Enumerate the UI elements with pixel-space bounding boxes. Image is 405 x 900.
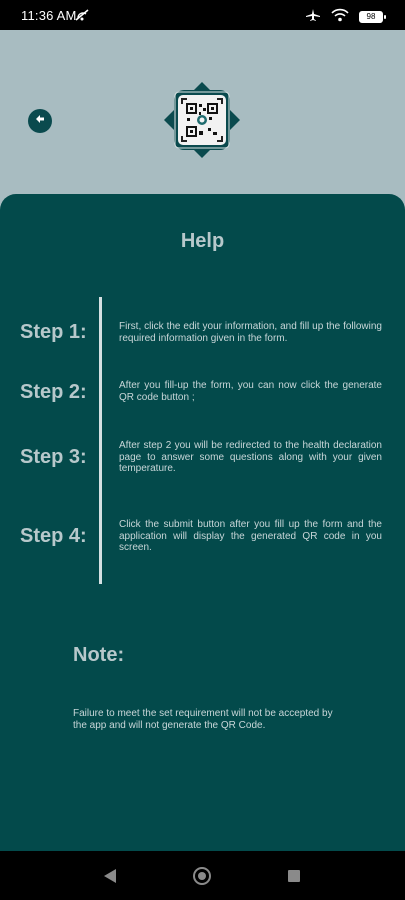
step-2-text: After you fill-up the form, you can now … [119,380,382,403]
status-time: 11:36 AM [21,8,77,23]
airplane-mode-icon [305,8,321,25]
step-3-label: Step 3: [20,446,87,468]
step-2-label: Step 2: [20,381,87,403]
step-divider [99,297,102,584]
note-text: Failure to meet the set requirement will… [73,708,333,731]
header [0,30,405,195]
step-4-text: Click the submit button after you fill u… [119,519,382,553]
qr-code-logo-icon [162,82,242,158]
wifi-icon [331,8,349,25]
back-button[interactable] [28,109,52,133]
page-title: Help [180,230,225,252]
status-bar: 11:36 AM 98 [0,0,405,30]
nav-home-icon[interactable] [193,867,211,885]
note-title: Note: [73,644,125,666]
step-4-label: Step 4: [20,525,87,547]
step-1-label: Step 1: [20,321,87,343]
no-signal-icon [74,8,90,25]
help-card: Help Step 1: First, click the edit your … [0,194,405,851]
nav-back-icon[interactable] [103,868,117,889]
battery-icon: 98 [359,10,386,23]
system-nav-bar [0,851,405,900]
nav-recent-icon[interactable] [288,870,300,882]
arrow-left-icon [33,112,47,131]
step-3-text: After step 2 you will be redirected to t… [119,440,382,474]
step-1-text: First, click the edit your information, … [119,321,382,344]
